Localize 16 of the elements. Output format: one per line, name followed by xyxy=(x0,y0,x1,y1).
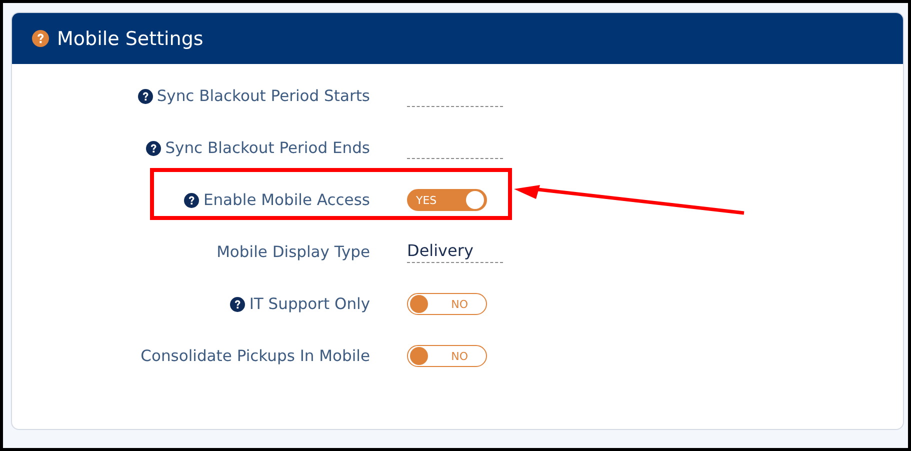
help-icon[interactable] xyxy=(32,30,49,47)
field-label: Sync Blackout Period Ends xyxy=(165,139,370,157)
help-icon[interactable] xyxy=(138,88,153,104)
toggle-switch[interactable]: NO xyxy=(407,345,487,367)
help-icon[interactable] xyxy=(230,296,246,312)
help-icon[interactable] xyxy=(184,192,200,208)
dropdown-field[interactable]: Delivery xyxy=(407,241,503,263)
panel-title: Mobile Settings xyxy=(57,28,204,50)
field-label: Enable Mobile Access xyxy=(203,191,370,209)
field-label: Consolidate Pickups In Mobile xyxy=(140,347,370,365)
field-label: Sync Blackout Period Starts xyxy=(156,87,370,105)
field-label: IT Support Only xyxy=(249,295,370,313)
help-icon[interactable] xyxy=(146,140,162,156)
toggle-switch[interactable]: YES xyxy=(407,189,487,211)
toggle-switch[interactable]: NO xyxy=(407,293,487,315)
field-label: Mobile Display Type xyxy=(216,243,370,261)
